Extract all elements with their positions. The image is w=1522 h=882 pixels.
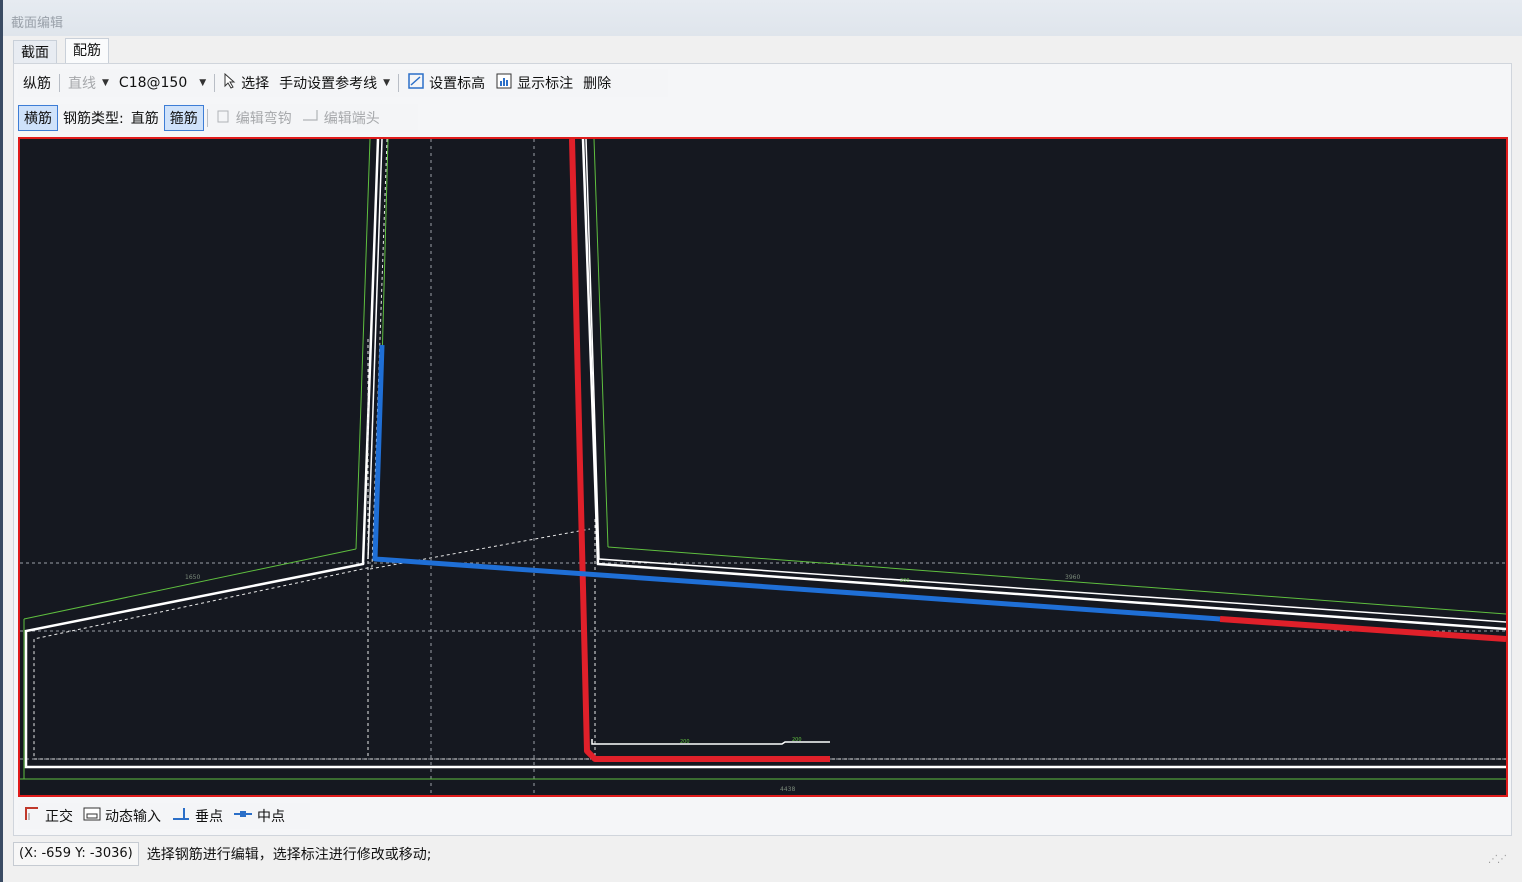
toolbar-main: 纵筋 直线 ▼ C18@150 ▼ 选择 手动设置参考线 ▼ 设置标高 显示标注…: [18, 69, 668, 97]
edit-hook-label: 编辑弯钩: [235, 111, 292, 127]
midpoint-label: 中点: [257, 809, 285, 825]
line-mode-label: 直线: [68, 76, 96, 92]
section-outline: [24, 139, 1506, 769]
stirrup-button[interactable]: 箍筋: [163, 105, 204, 131]
set-elevation-button[interactable]: 设置标高: [402, 70, 490, 96]
midpoint-icon: [233, 806, 253, 826]
select-label: 选择: [241, 76, 270, 92]
coordinate-readout: (X: -659 Y: -3036): [13, 842, 139, 866]
selected-rebar-horizontal[interactable]: [1219, 616, 1506, 642]
show-dimensions-button[interactable]: 显示标注: [490, 70, 578, 96]
status-message: 选择钢筋进行编辑，选择标注进行修改或移动;: [146, 847, 432, 863]
tab-section[interactable]: 截面: [13, 40, 57, 64]
window-title: 截面编辑: [11, 16, 64, 31]
dimension-chart-icon: [495, 72, 513, 94]
dynamic-input-icon: [83, 806, 101, 826]
hook-icon: [216, 108, 232, 128]
perpendicular-snap-toggle[interactable]: 垂点: [166, 803, 228, 829]
edit-end-label: 编辑端头: [323, 111, 380, 127]
set-elevation-label: 设置标高: [429, 76, 486, 92]
edit-hook-button[interactable]: 编辑弯钩: [211, 105, 297, 131]
dimension-label[interactable]: 4438: [780, 786, 795, 793]
toolbar-separator: [398, 74, 400, 92]
toolbar-separator: [206, 109, 208, 127]
delete-button[interactable]: 删除: [578, 70, 616, 96]
window-edge: [0, 0, 3, 882]
toolbar-rebar-type: 横筋 钢筋类型: 直筋 箍筋 编辑弯钩 编辑端头: [18, 104, 418, 132]
snap-toolbar: 正交 动态输入 垂点 中点: [18, 803, 310, 829]
chevron-down-icon: ▼: [199, 78, 207, 88]
transverse-rebar-button[interactable]: 横筋: [18, 105, 58, 131]
show-dimensions-label: 显示标注: [517, 76, 574, 92]
dimension-label[interactable]: 3960: [1065, 574, 1080, 581]
midpoint-snap-toggle[interactable]: 中点: [228, 803, 290, 829]
ortho-toggle[interactable]: 正交: [18, 803, 78, 829]
line-mode-dropdown[interactable]: 直线 ▼: [63, 70, 114, 96]
green-construction-lines: [20, 139, 1506, 780]
dimension-label[interactable]: 200: [792, 737, 802, 743]
dimension-label[interactable]: 200: [680, 739, 690, 745]
select-button[interactable]: 选择: [218, 70, 274, 96]
cursor-arrow-icon: [223, 72, 237, 93]
rebar-spec-dropdown[interactable]: C18@150 ▼: [114, 70, 211, 96]
end-head-icon: [302, 108, 320, 128]
status-bar: (X: -659 Y: -3036) 选择钢筋进行编辑，选择标注进行修改或移动;…: [13, 841, 1510, 867]
dynamic-input-toggle[interactable]: 动态输入: [78, 803, 166, 829]
dynamic-input-label: 动态输入: [105, 809, 161, 825]
perpendicular-icon: [171, 806, 191, 826]
resize-grip-icon[interactable]: ⋰⋰: [1488, 854, 1507, 865]
section-drawing[interactable]: 1650 3960 4438 200 200 200: [20, 139, 1506, 795]
tab-rebar[interactable]: 配筋: [65, 38, 109, 64]
manual-reference-line-label: 手动设置参考线: [279, 76, 378, 92]
manual-reference-line-dropdown[interactable]: 手动设置参考线 ▼: [274, 70, 395, 96]
chevron-down-icon: ▼: [383, 78, 391, 88]
perpendicular-label: 垂点: [195, 809, 223, 825]
ortho-label: 正交: [45, 809, 73, 825]
straight-rebar-button[interactable]: 直筋: [126, 105, 164, 131]
rebar-spec-value: C18@150: [118, 75, 188, 91]
ortho-icon: [23, 806, 41, 826]
toolbar-separator: [214, 74, 216, 92]
rebar-outline-inner: [367, 139, 1506, 745]
dimension-label[interactable]: 1650: [185, 574, 200, 581]
title-bar: 截面编辑: [0, 0, 1522, 36]
edit-end-button[interactable]: 编辑端头: [297, 105, 385, 131]
toolbar-separator: [59, 74, 60, 92]
chevron-down-icon: ▼: [102, 78, 109, 88]
rebar-type-label: 钢筋类型:: [63, 111, 124, 127]
drawing-canvas[interactable]: 1650 3960 4438 200 200 200: [18, 137, 1508, 797]
rebar-dashed: [33, 139, 1506, 760]
longitudinal-rebar-button[interactable]: 纵筋: [18, 70, 56, 96]
elevation-icon: [407, 72, 425, 94]
selected-rebar-vertical[interactable]: [569, 139, 830, 762]
dimension-label[interactable]: 200: [900, 578, 910, 584]
